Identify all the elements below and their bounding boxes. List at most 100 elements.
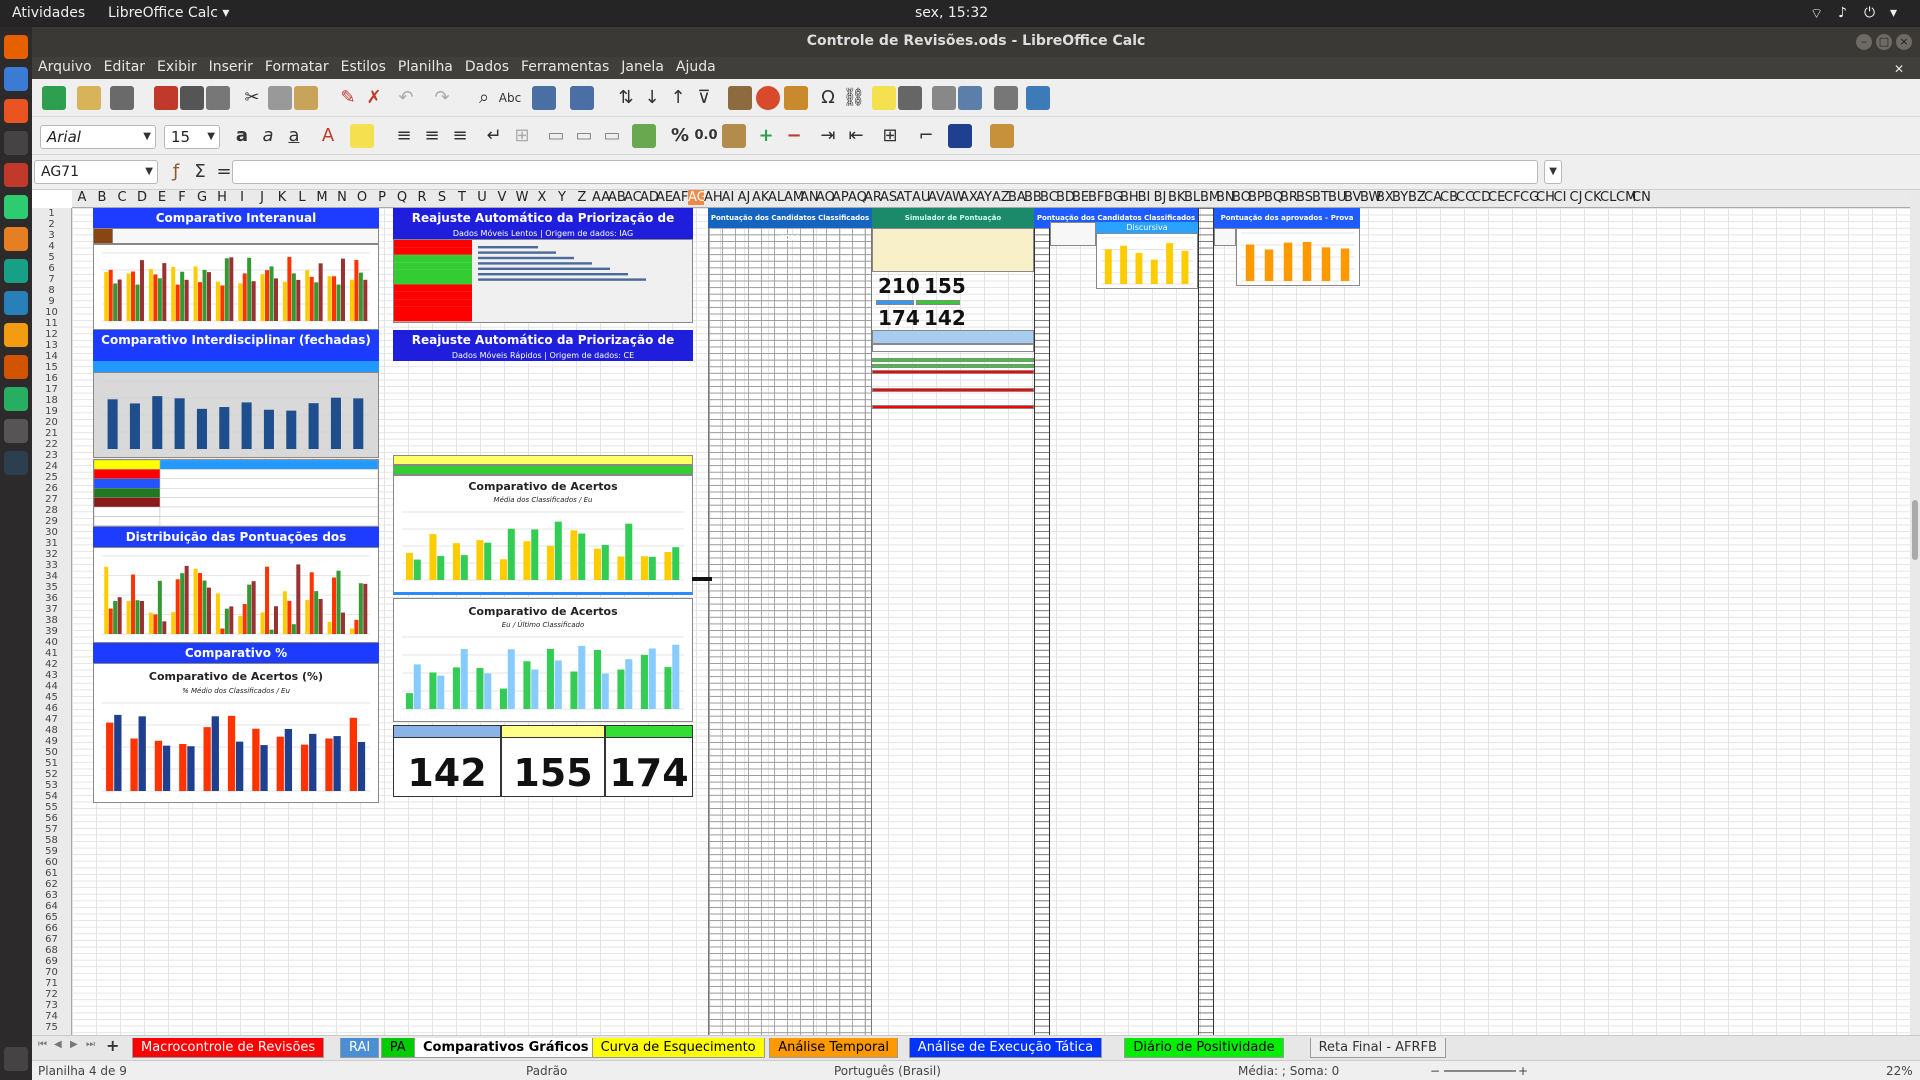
- row-header[interactable]: 4: [32, 241, 71, 252]
- network-icon[interactable]: ⌔: [1810, 5, 1823, 23]
- row-header[interactable]: 30: [32, 527, 71, 538]
- column-header[interactable]: CM: [1616, 190, 1636, 205]
- row-header[interactable]: 72: [32, 989, 71, 1000]
- number-format-icon[interactable]: 0.0: [694, 124, 718, 148]
- column-header[interactable]: AG: [688, 190, 707, 205]
- column-header[interactable]: BD: [1056, 190, 1075, 205]
- column-header[interactable]: AS: [880, 190, 897, 205]
- column-header[interactable]: BJ: [1152, 190, 1168, 205]
- column-header[interactable]: BI: [1136, 190, 1152, 205]
- column-header[interactable]: J: [252, 190, 272, 205]
- menu-ferramentas[interactable]: Ferramentas: [515, 57, 615, 77]
- column-header[interactable]: CH: [1536, 190, 1555, 205]
- column-header[interactable]: CA: [1424, 190, 1442, 205]
- column-header[interactable]: AY: [976, 190, 992, 205]
- highlight-icon[interactable]: [350, 124, 374, 148]
- split-window-icon[interactable]: [994, 86, 1018, 110]
- add-sheet-icon[interactable]: +: [106, 1036, 119, 1055]
- row-header[interactable]: 7: [32, 274, 71, 285]
- cell-cursor[interactable]: [692, 577, 712, 581]
- column-header[interactable]: O: [352, 190, 372, 205]
- row-header[interactable]: 64: [32, 901, 71, 912]
- column-header[interactable]: CG: [1520, 190, 1539, 205]
- row-header[interactable]: 35: [32, 582, 71, 593]
- row-header[interactable]: 51: [32, 758, 71, 769]
- zoom-out-icon[interactable]: −: [1430, 1064, 1440, 1078]
- column-header[interactable]: BU: [1328, 190, 1346, 205]
- status-language[interactable]: Português (Brasil): [834, 1064, 941, 1078]
- column-header[interactable]: AK: [752, 190, 769, 205]
- column-header[interactable]: BB: [1024, 190, 1042, 205]
- align-middle-icon[interactable]: ▭: [572, 124, 596, 148]
- clock[interactable]: sex, 15:32: [915, 5, 988, 21]
- row-header[interactable]: 32: [32, 549, 71, 560]
- new-icon[interactable]: [42, 86, 66, 110]
- column-header[interactable]: S: [432, 190, 452, 205]
- column-header[interactable]: X: [532, 190, 552, 205]
- decrease-indent-icon[interactable]: ⇤: [844, 124, 868, 148]
- column-header[interactable]: BA: [1008, 190, 1026, 205]
- row-header[interactable]: 49: [32, 736, 71, 747]
- app-orange-icon[interactable]: [4, 227, 28, 251]
- expand-formula-button[interactable]: ▼: [1544, 160, 1562, 184]
- column-header[interactable]: AM: [784, 190, 804, 205]
- align-top-icon[interactable]: ▭: [544, 124, 568, 148]
- clear-formatting-icon[interactable]: ✗: [362, 86, 386, 110]
- row-header[interactable]: 13: [32, 340, 71, 351]
- row-header[interactable]: 40: [32, 637, 71, 648]
- vlc-icon[interactable]: [4, 323, 28, 347]
- copy-icon[interactable]: [268, 86, 292, 110]
- row-header[interactable]: 9: [32, 296, 71, 307]
- column-header[interactable]: CE: [1488, 190, 1505, 205]
- row-header[interactable]: 3: [32, 230, 71, 241]
- paste-icon[interactable]: [294, 86, 318, 110]
- row-header[interactable]: 71: [32, 978, 71, 989]
- column-header[interactable]: BW: [1360, 190, 1381, 205]
- column-header[interactable]: U: [472, 190, 492, 205]
- column-header[interactable]: BL: [1184, 190, 1200, 205]
- row-header[interactable]: 17: [32, 384, 71, 395]
- menu-formatar[interactable]: Formatar: [259, 57, 335, 77]
- row-header[interactable]: 69: [32, 956, 71, 967]
- row-header[interactable]: 28: [32, 505, 71, 516]
- column-header[interactable]: AO: [816, 190, 835, 205]
- sheet-tab[interactable]: Diário de Positividade: [1124, 1038, 1284, 1058]
- row-header[interactable]: 34: [32, 571, 71, 582]
- column-header[interactable]: Q: [392, 190, 412, 205]
- column-header[interactable]: BS: [1296, 190, 1313, 205]
- row-header[interactable]: 58: [32, 835, 71, 846]
- column-header[interactable]: P: [372, 190, 392, 205]
- row-header[interactable]: 55: [32, 802, 71, 813]
- column-header[interactable]: BX: [1376, 190, 1394, 205]
- row-header[interactable]: 29: [32, 516, 71, 527]
- column-header[interactable]: BM: [1200, 190, 1220, 205]
- column-header[interactable]: N: [332, 190, 352, 205]
- vscode-icon[interactable]: [4, 291, 28, 315]
- app-brown-icon[interactable]: [4, 355, 28, 379]
- column-header[interactable]: AE: [656, 190, 673, 205]
- app-dark-icon[interactable]: [4, 451, 28, 475]
- column-header[interactable]: L: [292, 190, 312, 205]
- sheet-tab[interactable]: RAI: [340, 1038, 380, 1058]
- menu-dados[interactable]: Dados: [459, 57, 515, 77]
- column-header[interactable]: CC: [1456, 190, 1474, 205]
- row-header[interactable]: 21: [32, 428, 71, 439]
- print-icon[interactable]: [180, 86, 204, 110]
- column-header[interactable]: BC: [1040, 190, 1058, 205]
- column-header[interactable]: BG: [1104, 190, 1123, 205]
- row-header[interactable]: 25: [32, 472, 71, 483]
- align-bottom-icon[interactable]: ▭: [600, 124, 624, 148]
- column-header[interactable]: Y: [552, 190, 572, 205]
- column-header[interactable]: CB: [1440, 190, 1458, 205]
- terminal-icon[interactable]: [4, 131, 28, 155]
- currency-format-icon[interactable]: [632, 124, 656, 148]
- column-header[interactable]: AV: [928, 190, 945, 205]
- files-icon[interactable]: [4, 67, 28, 91]
- add-decimal-icon[interactable]: +: [754, 124, 778, 148]
- previous-sheet-icon[interactable]: ◀: [54, 1039, 62, 1050]
- column-header[interactable]: BE: [1072, 190, 1089, 205]
- column-header[interactable]: BF: [1088, 190, 1104, 205]
- freeze-rows-icon[interactable]: [958, 86, 982, 110]
- underline-icon[interactable]: a: [282, 124, 306, 148]
- merge-cells-icon[interactable]: ⊞: [510, 124, 534, 148]
